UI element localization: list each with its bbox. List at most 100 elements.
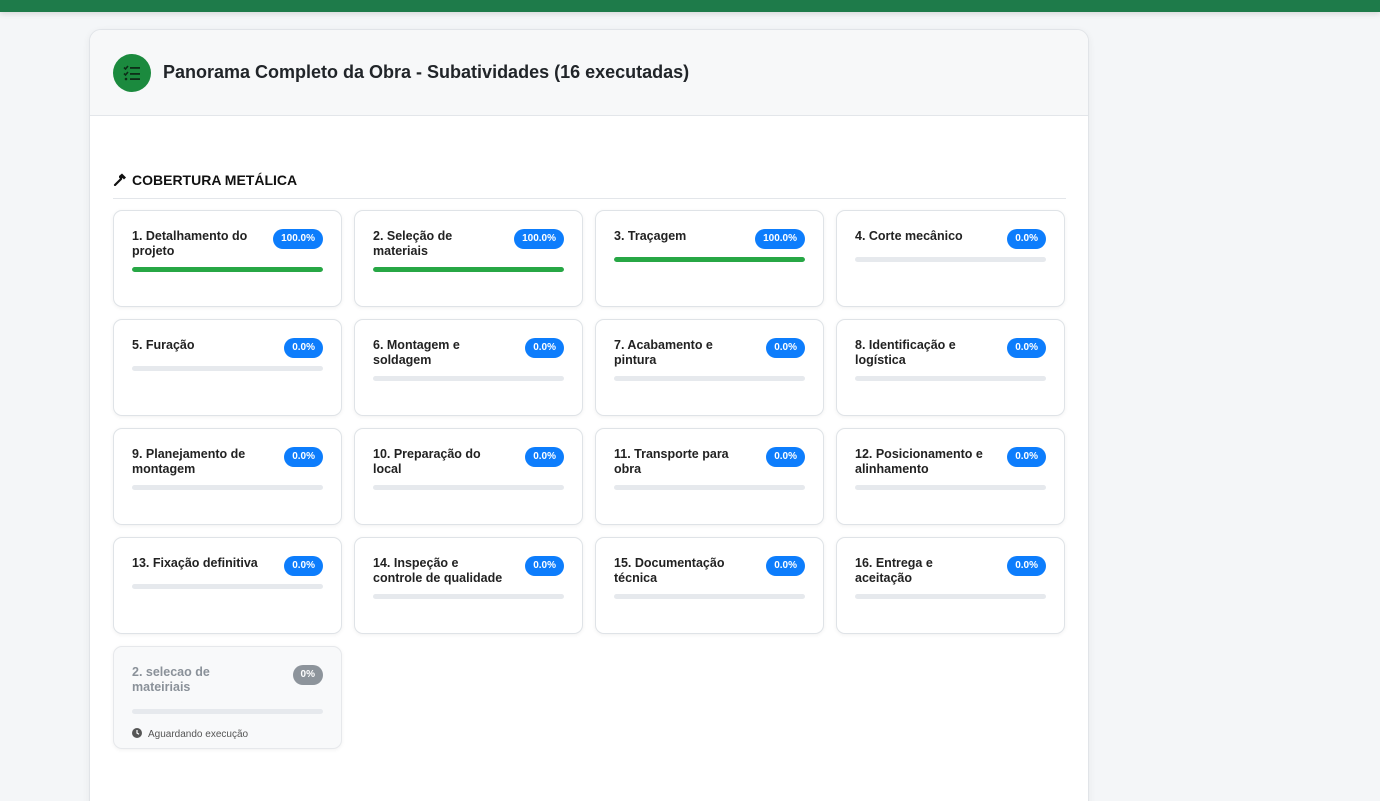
card-header: 16. Entrega e aceitação 0.0% xyxy=(855,556,1046,586)
section-header: COBERTURA METÁLICA xyxy=(113,172,1066,199)
progress-bar xyxy=(855,257,1046,262)
card-header: 2. selecao de mateiriais 0% xyxy=(132,665,323,695)
subactivity-card[interactable]: 2. Seleção de materiais 100.0% xyxy=(354,210,583,307)
progress-badge: 0.0% xyxy=(1007,556,1046,576)
card-header: 2. Seleção de materiais 100.0% xyxy=(373,229,564,259)
card-header: 12. Posicionamento e alinhamento 0.0% xyxy=(855,447,1046,477)
hammer-icon xyxy=(113,173,127,189)
subactivity-card[interactable]: 16. Entrega e aceitação 0.0% xyxy=(836,537,1065,634)
progress-bar-fill xyxy=(132,267,323,272)
subactivity-card[interactable]: 5. Furação 0.0% xyxy=(113,319,342,416)
subactivity-card[interactable]: 11. Transporte para obra 0.0% xyxy=(595,428,824,525)
progress-bar xyxy=(614,257,805,262)
overview-panel: Panorama Completo da Obra - Subatividade… xyxy=(89,29,1089,801)
subactivity-name: 13. Fixação definitiva xyxy=(132,556,258,570)
progress-badge: 0.0% xyxy=(284,447,323,467)
progress-bar-fill xyxy=(614,257,805,262)
progress-bar-fill xyxy=(373,267,564,272)
progress-badge: 0.0% xyxy=(766,447,805,467)
subactivity-card[interactable]: 15. Documentação técnica 0.0% xyxy=(595,537,824,634)
progress-badge: 100.0% xyxy=(514,229,564,249)
progress-badge: 100.0% xyxy=(755,229,805,249)
subactivity-card[interactable]: 14. Inspeção e controle de qualidade 0.0% xyxy=(354,537,583,634)
card-header: 1. Detalhamento do projeto 100.0% xyxy=(132,229,323,259)
progress-bar xyxy=(132,267,323,272)
card-header: 4. Corte mecânico 0.0% xyxy=(855,229,1046,249)
subactivity-name: 12. Posicionamento e alinhamento xyxy=(855,447,983,476)
progress-bar xyxy=(373,594,564,599)
panel-header: Panorama Completo da Obra - Subatividade… xyxy=(90,30,1088,116)
subactivity-name: 1. Detalhamento do projeto xyxy=(132,229,248,258)
progress-badge: 100.0% xyxy=(273,229,323,249)
progress-badge: 0.0% xyxy=(284,338,323,358)
subactivity-grid: 1. Detalhamento do projeto 100.0% 2. Seleç… xyxy=(113,210,1065,749)
card-header: 14. Inspeção e controle de qualidade 0.0% xyxy=(373,556,564,586)
progress-badge: 0.0% xyxy=(766,338,805,358)
progress-bar xyxy=(614,376,805,381)
card-header: 13. Fixação definitiva 0.0% xyxy=(132,556,323,576)
subactivity-name: 2. Seleção de materiais xyxy=(373,229,453,258)
progress-bar xyxy=(132,584,323,589)
card-header: 15. Documentação técnica 0.0% xyxy=(614,556,805,586)
progress-bar xyxy=(373,376,564,381)
progress-bar xyxy=(855,376,1046,381)
subactivity-card[interactable]: 1. Detalhamento do projeto 100.0% xyxy=(113,210,342,307)
subactivity-name: 10. Preparação do local xyxy=(373,447,481,476)
progress-bar xyxy=(132,366,323,371)
progress-badge: 0.0% xyxy=(525,556,564,576)
clock-icon xyxy=(132,728,142,741)
progress-bar xyxy=(132,709,323,714)
progress-badge: 0.0% xyxy=(1007,338,1046,358)
progress-bar xyxy=(614,485,805,490)
subactivity-name: 8. Identificação e logística xyxy=(855,338,956,367)
subactivity-card[interactable]: 8. Identificação e logística 0.0% xyxy=(836,319,1065,416)
subactivity-name: 15. Documentação técnica xyxy=(614,556,725,585)
top-bar xyxy=(0,0,1380,12)
progress-bar xyxy=(132,485,323,490)
progress-badge: 0.0% xyxy=(525,447,564,467)
progress-bar xyxy=(614,594,805,599)
subactivity-card[interactable]: 13. Fixação definitiva 0.0% xyxy=(113,537,342,634)
subactivity-card[interactable]: 7. Acabamento e pintura 0.0% xyxy=(595,319,824,416)
subactivity-card[interactable]: 3. Traçagem 100.0% xyxy=(595,210,824,307)
subactivity-name: 5. Furação xyxy=(132,338,195,352)
subactivity-card[interactable]: 6. Montagem e soldagem 0.0% xyxy=(354,319,583,416)
progress-badge: 0% xyxy=(292,665,323,685)
pending-subactivity-card[interactable]: 2. selecao de mateiriais 0% Aguardando exe… xyxy=(113,646,342,749)
subactivity-name: 9. Planejamento de montagem xyxy=(132,447,246,476)
subactivity-name: 11. Transporte para obra xyxy=(614,447,729,476)
subactivity-name: 2. selecao de mateiriais xyxy=(132,665,210,694)
card-header: 7. Acabamento e pintura 0.0% xyxy=(614,338,805,368)
card-header: 8. Identificação e logística 0.0% xyxy=(855,338,1046,368)
subactivity-card[interactable]: 9. Planejamento de montagem 0.0% xyxy=(113,428,342,525)
panel-title: Panorama Completo da Obra - Subatividade… xyxy=(163,62,690,82)
card-header: 3. Traçagem 100.0% xyxy=(614,229,805,249)
subactivity-name: 14. Inspeção e controle de qualidade xyxy=(373,556,503,585)
subactivity-name: 4. Corte mecânico xyxy=(855,229,963,243)
subactivity-card[interactable]: 4. Corte mecânico 0.0% xyxy=(836,210,1065,307)
pending-status: Aguardando execução xyxy=(132,728,323,741)
card-header: 5. Furação 0.0% xyxy=(132,338,323,358)
progress-bar xyxy=(373,267,564,272)
progress-badge: 0.0% xyxy=(766,556,805,576)
progress-bar xyxy=(855,485,1046,490)
progress-bar xyxy=(855,594,1046,599)
progress-badge: 0.0% xyxy=(1007,229,1046,249)
card-header: 11. Transporte para obra 0.0% xyxy=(614,447,805,477)
subactivity-name: 7. Acabamento e pintura xyxy=(614,338,713,367)
subactivity-name: 3. Traçagem xyxy=(614,229,687,243)
tasks-icon xyxy=(113,53,151,92)
section-title: COBERTURA METÁLICA xyxy=(132,172,298,188)
card-header: 9. Planejamento de montagem 0.0% xyxy=(132,447,323,477)
subactivity-name: 6. Montagem e soldagem xyxy=(373,338,460,367)
subactivity-card[interactable]: 12. Posicionamento e alinhamento 0.0% xyxy=(836,428,1065,525)
card-header: 6. Montagem e soldagem 0.0% xyxy=(373,338,564,368)
pending-status-text: Aguardando execução xyxy=(148,729,249,740)
subactivity-name: 16. Entrega e aceitação xyxy=(855,556,933,585)
subactivity-card[interactable]: 10. Preparação do local 0.0% xyxy=(354,428,583,525)
progress-badge: 0.0% xyxy=(284,556,323,576)
progress-badge: 0.0% xyxy=(525,338,564,358)
progress-bar xyxy=(373,485,564,490)
card-header: 10. Preparação do local 0.0% xyxy=(373,447,564,477)
progress-badge: 0.0% xyxy=(1007,447,1046,467)
